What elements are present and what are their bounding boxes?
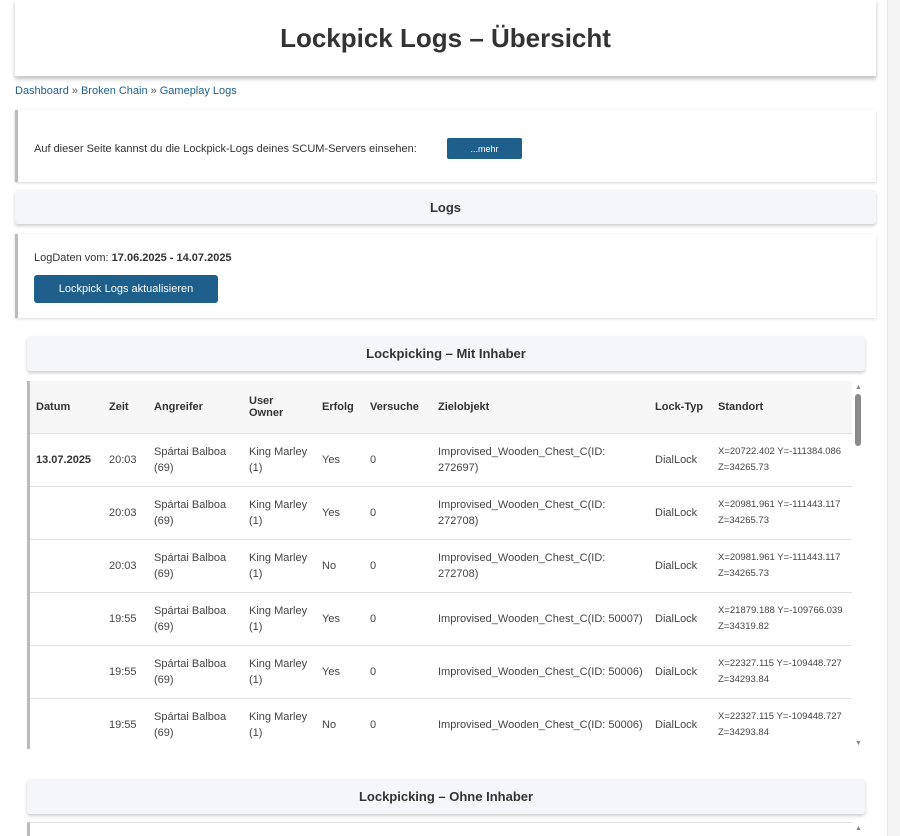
- cell-owner: King Marley (1): [249, 445, 308, 474]
- cell-zielobjekt: Improvised_Wooden_Chest_C(ID: 272708): [438, 498, 606, 527]
- table-row: 19:55 Spártai Balboa (69) King Marley (1…: [30, 698, 852, 749]
- cell-erfolg: No: [322, 559, 337, 572]
- cell-versuche: 0: [370, 718, 377, 731]
- cell-standort: X=20981.961 Y=-111443.117 Z=34265.73: [718, 551, 841, 579]
- col-header-erfolg: Erfolg: [322, 400, 354, 413]
- cell-erfolg: Yes: [322, 506, 340, 519]
- cell-versuche: 0: [370, 453, 377, 466]
- cell-datum: [30, 645, 103, 698]
- cell-angreifer: Spártai Balboa (69): [154, 551, 227, 580]
- cell-zeit: 19:55: [109, 612, 137, 625]
- cell-datum: 13.07.2025: [36, 453, 92, 466]
- cell-angreifer: Spártai Balboa (69): [154, 604, 227, 633]
- page-scrollbar-track[interactable]: [887, 0, 900, 836]
- cell-standort: X=21879.188 Y=-109766.039 Z=34319.82: [718, 604, 843, 632]
- breadcrumb-broken-chain[interactable]: Broken Chain: [81, 85, 148, 97]
- scroll-down-icon[interactable]: ▼: [855, 740, 862, 747]
- cell-versuche: 0: [370, 506, 377, 519]
- col-header-standort: Standort: [718, 400, 764, 413]
- info-text: Auf dieser Seite kannst du die Lockpick-…: [34, 143, 417, 155]
- breadcrumb-separator: »: [150, 85, 157, 97]
- col-header-angreifer: Angreifer: [154, 400, 203, 413]
- cell-lock-typ: DialLock: [655, 453, 698, 466]
- col-header-versuche: Versuche: [370, 400, 419, 413]
- cell-zeit: 19:55: [109, 665, 137, 678]
- ohne-inhaber-header: Lockpicking – Ohne Inhaber: [27, 779, 865, 814]
- cell-zielobjekt: Improvised_Wooden_Chest_C(ID: 272697): [438, 445, 606, 474]
- cell-lock-typ: DialLock: [655, 506, 698, 519]
- table-row: 20:03 Spártai Balboa (69) King Marley (1…: [30, 539, 852, 592]
- cell-owner: King Marley (1): [249, 551, 308, 580]
- cell-owner: King Marley (1): [249, 604, 308, 633]
- breadcrumb-dashboard[interactable]: Dashboard: [15, 85, 69, 97]
- scrollbar-thumb[interactable]: [855, 394, 861, 446]
- col-header-datum: Datum: [36, 400, 71, 413]
- page-title: Lockpick Logs – Übersicht: [280, 22, 611, 53]
- cell-lock-typ: DialLock: [655, 665, 698, 678]
- scroll-up-icon[interactable]: ▲: [855, 825, 862, 832]
- date-range-line: LogDaten vom: 17.06.2025 - 14.07.2025: [34, 252, 232, 264]
- cell-lock-typ: DialLock: [655, 718, 698, 731]
- cell-lock-typ: DialLock: [655, 559, 698, 572]
- info-card: Auf dieser Seite kannst du die Lockpick-…: [15, 110, 876, 182]
- cell-datum: [30, 539, 103, 592]
- table-header-row: Datum Zeit Angreifer User Owner Erfolg V…: [30, 381, 852, 433]
- cell-datum: [30, 698, 103, 749]
- mit-inhaber-table: Datum Zeit Angreifer User Owner Erfolg V…: [30, 381, 852, 749]
- breadcrumb-gameplay-logs[interactable]: Gameplay Logs: [160, 85, 237, 97]
- cell-zeit: 19:55: [109, 718, 137, 731]
- cell-erfolg: Yes: [322, 453, 340, 466]
- table-scrollbar[interactable]: ▲ ▼: [852, 381, 865, 749]
- cell-datum: [30, 486, 103, 539]
- cell-zeit: 20:03: [109, 506, 137, 519]
- cell-zielobjekt: Improvised_Wooden_Chest_C(ID: 272708): [438, 551, 606, 580]
- cell-angreifer: Spártai Balboa (69): [154, 657, 227, 686]
- cell-owner: King Marley (1): [249, 657, 308, 686]
- table-row: 13.07.2025 20:03 Spártai Balboa (69) Kin…: [30, 433, 852, 486]
- ohne-inhaber-table-container[interactable]: [27, 822, 852, 836]
- cell-zielobjekt: Improvised_Wooden_Chest_C(ID: 50007): [438, 612, 643, 625]
- table2-scrollbar[interactable]: ▲: [852, 822, 865, 836]
- cell-erfolg: Yes: [322, 612, 340, 625]
- cell-standort: X=20722.402 Y=-111384.086 Z=34265.73: [718, 445, 842, 473]
- cell-zeit: 20:03: [109, 453, 137, 466]
- cell-erfolg: Yes: [322, 665, 340, 678]
- cell-versuche: 0: [370, 559, 377, 572]
- date-range-value: 17.06.2025 - 14.07.2025: [111, 252, 232, 264]
- cell-owner: King Marley (1): [249, 498, 308, 527]
- cell-versuche: 0: [370, 612, 377, 625]
- cell-standort: X=22327.115 Y=-109448.727 Z=34293.84: [718, 657, 842, 685]
- cell-angreifer: Spártai Balboa (69): [154, 445, 227, 474]
- cell-lock-typ: DialLock: [655, 612, 698, 625]
- mit-inhaber-header: Lockpicking – Mit Inhaber: [27, 336, 865, 371]
- date-range-card: LogDaten vom: 17.06.2025 - 14.07.2025 Lo…: [15, 234, 876, 318]
- table-row: 19:55 Spártai Balboa (69) King Marley (1…: [30, 645, 852, 698]
- more-button[interactable]: ...mehr: [447, 138, 522, 159]
- title-card: Lockpick Logs – Übersicht: [15, 0, 876, 77]
- scroll-up-icon[interactable]: ▲: [855, 384, 862, 391]
- table-row: 19:55 Spártai Balboa (69) King Marley (1…: [30, 592, 852, 645]
- cell-versuche: 0: [370, 665, 377, 678]
- breadcrumb-separator: »: [71, 85, 78, 97]
- cell-standort: X=20981.961 Y=-111443.117 Z=34265.73: [718, 498, 841, 526]
- col-header-zielobjekt: Zielobjekt: [438, 400, 490, 413]
- col-header-user-owner: User Owner: [249, 394, 284, 419]
- cell-standort: X=22327.115 Y=-109448.727 Z=34293.84: [718, 710, 842, 738]
- refresh-logs-button[interactable]: Lockpick Logs aktualisieren: [34, 275, 218, 303]
- cell-zeit: 20:03: [109, 559, 137, 572]
- cell-erfolg: No: [322, 718, 337, 731]
- table-row: 20:03 Spártai Balboa (69) King Marley (1…: [30, 486, 852, 539]
- breadcrumb: Dashboard» Broken Chain» Gameplay Logs: [15, 85, 237, 97]
- col-header-lock-typ: Lock-Typ: [655, 400, 704, 413]
- cell-owner: King Marley (1): [249, 710, 308, 739]
- cell-datum: [30, 592, 103, 645]
- cell-angreifer: Spártai Balboa (69): [154, 710, 227, 739]
- col-header-zeit: Zeit: [109, 400, 129, 413]
- cell-angreifer: Spártai Balboa (69): [154, 498, 227, 527]
- logs-section-header: Logs: [15, 190, 876, 224]
- date-range-label: LogDaten vom:: [34, 252, 109, 264]
- cell-zielobjekt: Improvised_Wooden_Chest_C(ID: 50006): [438, 665, 643, 678]
- cell-zielobjekt: Improvised_Wooden_Chest_C(ID: 50006): [438, 718, 643, 731]
- mit-inhaber-table-container[interactable]: Datum Zeit Angreifer User Owner Erfolg V…: [27, 381, 852, 749]
